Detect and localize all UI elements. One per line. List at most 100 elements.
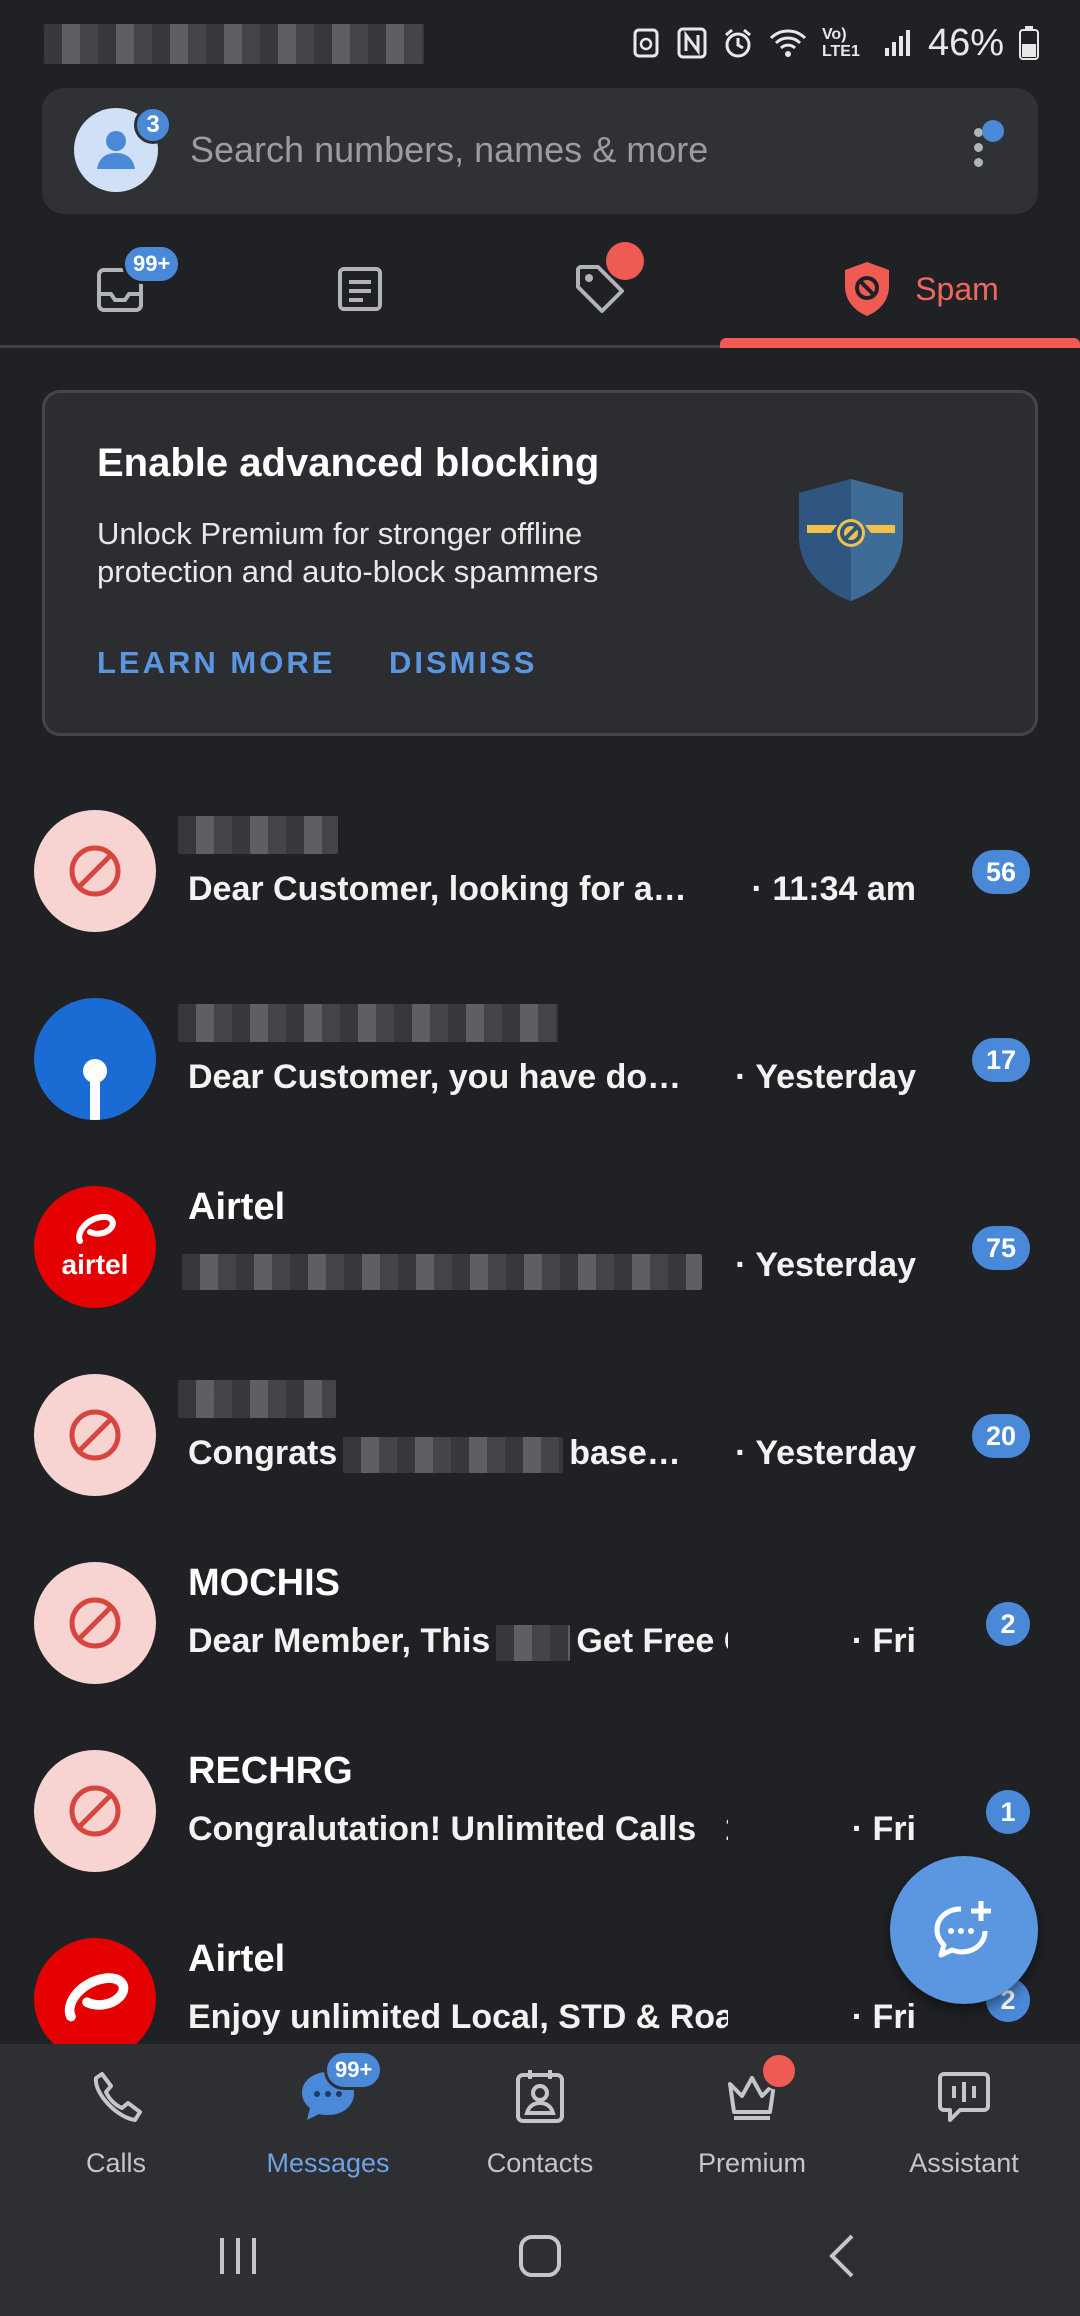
back-icon[interactable] [814,2226,874,2286]
message-preview: Congralutation! Unlimited Calls 1.… [188,1810,728,1848]
active-tab-indicator [720,338,1080,348]
message-time: · Yesterday [735,1246,916,1284]
nav-calls[interactable]: Calls [8,2044,224,2196]
message-time: · Yesterday [735,1434,916,1472]
promo-title: Enable advanced blocking [97,441,600,485]
new-message-button[interactable] [890,1856,1038,2004]
nav-assistant-label: Assistant [909,2148,1019,2178]
spam-shield-icon [845,262,890,316]
unread-count-badge: 75 [971,1226,1030,1270]
conversation-item[interactable]: MOCHIS Dear Member, ThisGet Free Gif… · … [0,1532,1080,1720]
tab-transactions[interactable] [280,230,440,348]
unread-count-badge: 2 [986,1602,1030,1646]
unread-count-badge: 20 [971,1414,1030,1458]
nav-calls-label: Calls [85,2148,146,2178]
receipt-icon [338,267,382,311]
messages-count-badge: 99+ [324,2050,384,2090]
recycle-icon [630,26,662,60]
sbi-logo-icon [83,1059,107,1120]
message-time: · Fri [851,1810,916,1848]
assistant-icon [934,2066,994,2126]
advanced-blocking-card: Enable advanced blocking Unlock Premium … [42,390,1038,736]
message-time: · 11:34 am [751,870,916,908]
redacted-sender-name [178,816,338,854]
inbox-count-badge: 99+ [122,244,182,284]
message-time: · Fri [851,1622,916,1660]
battery-percentage: 46% [927,21,1004,64]
redacted-sender-name [178,1380,336,1418]
alarm-icon [722,26,754,60]
spam-avatar [34,1374,156,1496]
status-bar: Vo) LTE1 46% [0,0,1080,84]
new-chat-icon [934,1901,991,1958]
message-preview: Dear Member, ThisGet Free Gif… [188,1622,728,1662]
recent-apps-icon[interactable] [208,2226,268,2286]
message-preview: Dear Customer, you have do… [188,1058,682,1096]
airtel-avatar [34,1938,156,2044]
airtel-logo-icon [64,1973,129,2022]
sbi-avatar [34,998,156,1120]
block-icon [69,1409,121,1461]
tab-offers[interactable] [520,230,680,348]
volte-indicator: Vo) LTE1 [821,26,860,60]
contacts-icon [510,2066,570,2126]
message-preview: Enjoy unlimited Local, STD & Roami… [188,1998,728,2036]
nav-messages-label: Messages [266,2148,390,2178]
block-icon [69,1597,121,1649]
premium-notification-dot [760,2052,798,2090]
spam-avatar [34,1750,156,1872]
message-category-tabs: 99+ Spam [0,230,1080,348]
status-bar-redacted-info [44,24,424,64]
message-time: · Yesterday [735,1058,916,1096]
nav-contacts[interactable]: Contacts [432,2044,648,2196]
redacted-text [496,1625,571,1662]
wifi-icon [768,26,808,60]
airtel-avatar: airtel [34,1186,156,1308]
offers-notification-dot [606,242,644,280]
home-icon[interactable] [510,2226,570,2286]
spam-avatar [34,1562,156,1684]
tab-spam[interactable]: Spam [760,230,1080,348]
nav-premium[interactable]: Premium [644,2044,860,2196]
conversation-item[interactable]: Dear Customer, looking for a… · 11:34 am… [0,780,1080,968]
profile-notification-badge: 3 [134,106,172,144]
message-time: · Fri [851,1998,916,2036]
learn-more-button[interactable]: LEARN MORE [97,645,335,681]
redacted-text [343,1437,564,1474]
sender-name: Airtel [188,1186,286,1228]
conversation-item[interactable]: Congrats base… · Yesterday 20 [0,1344,1080,1532]
search-bar[interactable]: 3 [42,88,1038,214]
dismiss-button[interactable]: DISMISS [389,645,537,681]
more-options-notification-dot [982,120,1004,142]
nav-contacts-label: Contacts [486,2148,594,2178]
promo-description: Unlock Premium for stronger offline prot… [97,516,599,589]
nfc-icon [676,26,708,60]
person-icon [97,131,135,169]
search-input[interactable] [190,118,910,182]
redacted-sender-name [178,1004,558,1042]
sender-name: MOCHIS [188,1562,340,1604]
spam-avatar [34,810,156,932]
sender-name: RECHRG [188,1750,353,1792]
airtel-avatar-text: airtel [61,1249,129,1280]
tab-inbox[interactable]: 99+ [40,230,200,348]
block-icon [69,845,121,897]
unread-count-badge: 56 [971,850,1030,894]
message-preview: Congrats base… [188,1434,681,1474]
message-preview: Dear Customer, looking for a… [188,870,687,908]
sender-name: Airtel [188,1938,286,1980]
battery-icon [1018,26,1040,60]
tab-spam-label: Spam [915,270,999,307]
conversation-item[interactable]: airtel Airtel · Yesterday 75 [0,1156,1080,1344]
block-icon [69,1785,121,1837]
conversation-item[interactable]: Dear Customer, you have do… · Yesterday … [0,968,1080,1156]
bottom-navigation: Calls 99+ Messages Contacts Premium Assi… [0,2044,1080,2196]
nav-assistant[interactable]: Assistant [856,2044,1072,2196]
premium-shield-icon [799,479,903,601]
unread-count-badge: 1 [986,1790,1030,1834]
signal-icon [882,26,914,60]
nav-messages[interactable]: 99+ Messages [220,2044,436,2196]
nav-premium-label: Premium [697,2148,806,2178]
system-navigation-bar [0,2196,1080,2316]
airtel-logo-icon [76,1213,116,1244]
